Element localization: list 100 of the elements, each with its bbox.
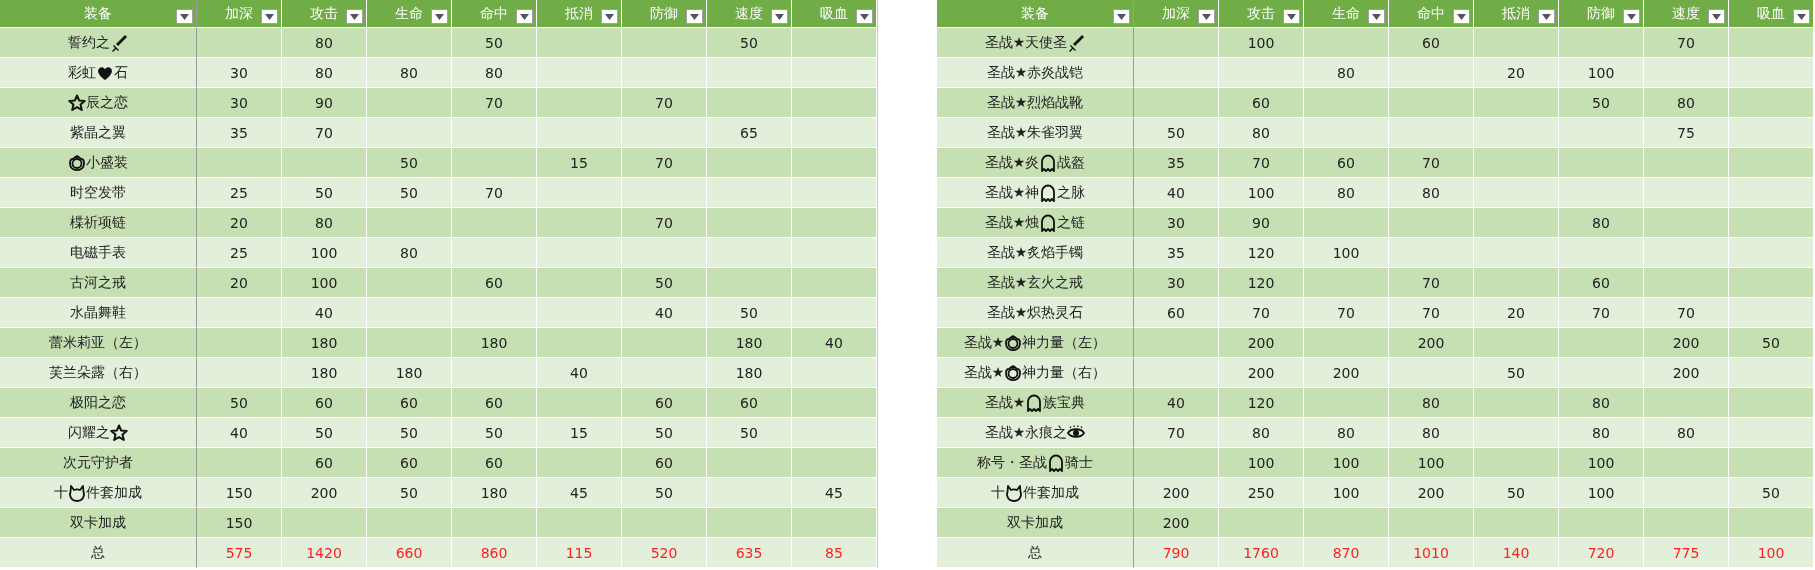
ghost-icon (1039, 183, 1058, 202)
filter-button[interactable] (176, 9, 193, 24)
filter-button[interactable] (1368, 9, 1385, 24)
filter-button[interactable] (1538, 9, 1555, 24)
filter-button[interactable] (346, 9, 363, 24)
animal-head-icon (1005, 483, 1023, 502)
caret-icon (520, 13, 529, 20)
total-cell: 520 (622, 538, 707, 568)
item-name: 圣战★炽热灵石 (986, 303, 1084, 322)
filter-button[interactable] (1198, 9, 1215, 24)
filter-button[interactable] (601, 9, 618, 24)
total-cell: 635 (707, 538, 792, 568)
filter-button[interactable] (771, 9, 788, 24)
caret-icon (180, 13, 189, 20)
item-name: 神力量（左） (1022, 333, 1107, 352)
ghost-icon (1047, 453, 1065, 472)
item-name: 之脉 (1057, 183, 1086, 202)
column-header: 吸血 (1757, 4, 1785, 23)
total-cell: 115 (537, 538, 622, 568)
column-header: 速度 (1672, 4, 1700, 23)
item-name: 圣战★朱雀羽翼 (986, 123, 1084, 142)
caret-icon (1712, 13, 1721, 20)
ghost-icon (1039, 213, 1058, 232)
column-header: 攻击 (1247, 4, 1275, 23)
animal-head-icon (68, 483, 86, 502)
total-cell: 1420 (282, 538, 367, 568)
item-name: 族宝典 (1043, 393, 1086, 412)
column-header: 加深 (225, 4, 253, 23)
total-cell: 720 (1559, 538, 1644, 568)
total-cell: 870 (1304, 538, 1389, 568)
item-name: 圣战★永痕之 (984, 423, 1068, 442)
total-cell: 860 (452, 538, 537, 568)
column-header: 吸血 (820, 4, 848, 23)
item-name: 圣战★烛 (984, 213, 1040, 232)
item-name: 神力量（右） (1022, 363, 1107, 382)
item-name: 件套加成 (1023, 483, 1079, 502)
filter-button[interactable] (1113, 9, 1130, 24)
caret-icon (1627, 13, 1636, 20)
column-header: 抵消 (565, 4, 593, 23)
filter-button[interactable] (1453, 9, 1470, 24)
item-name: 圣战★ (963, 333, 1005, 352)
column-header: 加深 (1162, 4, 1190, 23)
total-cell: 1760 (1219, 538, 1304, 568)
total-cell: 575 (197, 538, 282, 568)
item-name: 总 (1028, 543, 1042, 562)
item-name: 辰之恋 (86, 93, 128, 112)
item-name: 芙兰朵露（右） (49, 363, 147, 382)
total-cell: 140 (1474, 538, 1559, 568)
filter-button[interactable] (856, 9, 873, 24)
caret-icon (1542, 13, 1551, 20)
column-header: 装备 (84, 4, 112, 23)
total-cell: 775 (1644, 538, 1729, 568)
item-name: 圣战★天使圣 (984, 33, 1068, 52)
caret-icon (1797, 13, 1806, 20)
item-name: 彩虹 (68, 63, 96, 82)
filter-button[interactable] (516, 9, 533, 24)
filter-button[interactable] (1623, 9, 1640, 24)
total-cell: 660 (367, 538, 452, 568)
item-name: 十 (54, 483, 68, 502)
caret-icon (265, 13, 274, 20)
item-name: 圣战★玄火之戒 (986, 273, 1084, 292)
sword-icon (110, 33, 128, 52)
column-header: 命中 (1417, 4, 1445, 23)
star-icon (110, 423, 128, 442)
item-name: 石 (114, 63, 128, 82)
caret-icon (690, 13, 699, 20)
filter-button[interactable] (261, 9, 278, 24)
caret-icon (1117, 13, 1126, 20)
column-header: 生命 (1332, 4, 1360, 23)
column-header: 攻击 (310, 4, 338, 23)
column-header: 速度 (735, 4, 763, 23)
filter-button[interactable] (1283, 9, 1300, 24)
item-name: 双卡加成 (1007, 513, 1063, 532)
item-name: 闪耀之 (68, 423, 110, 442)
sword-icon (1067, 33, 1086, 52)
column-header: 装备 (1021, 4, 1049, 23)
item-name: 圣战★ (963, 363, 1005, 382)
ghost-icon (1025, 393, 1044, 412)
caret-icon (350, 13, 359, 20)
item-name: 电磁手表 (70, 243, 126, 262)
caret-icon (435, 13, 444, 20)
caret-icon (1372, 13, 1381, 20)
total-cell: 100 (1729, 538, 1814, 568)
item-name: 之链 (1057, 213, 1086, 232)
item-name: 圣战★ (984, 393, 1026, 412)
filter-button[interactable] (1793, 9, 1810, 24)
caret-icon (775, 13, 784, 20)
item-name: 小盛装 (86, 153, 128, 172)
total-cell: 85 (792, 538, 877, 568)
column-header: 防御 (650, 4, 678, 23)
item-name: 圣战★赤炎战铠 (986, 63, 1084, 82)
filter-button[interactable] (431, 9, 448, 24)
filter-button[interactable] (1708, 9, 1725, 24)
item-name: 十 (991, 483, 1005, 502)
column-header: 抵消 (1502, 4, 1530, 23)
ghost-icon (1039, 153, 1058, 172)
filter-button[interactable] (686, 9, 703, 24)
total-cell: 790 (1134, 538, 1219, 568)
item-name: 紫晶之翼 (70, 123, 126, 142)
total-cell: 1010 (1389, 538, 1474, 568)
